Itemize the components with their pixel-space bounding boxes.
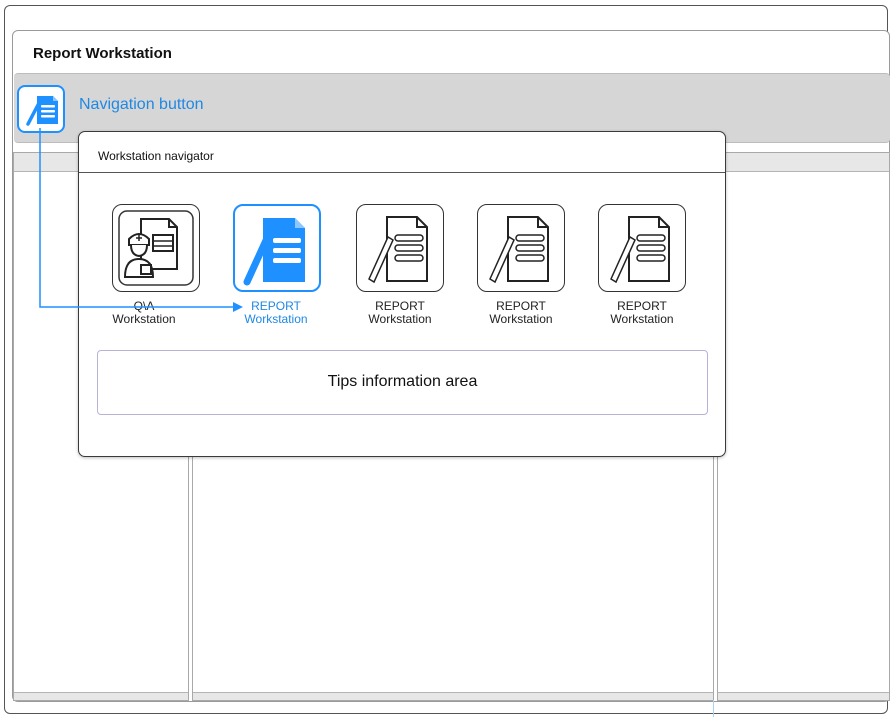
workstation-item-type: Workstation bbox=[244, 312, 308, 326]
workstation-item-label: REPORT Workstation bbox=[345, 300, 455, 326]
tips-area: Tips information area bbox=[97, 350, 708, 415]
center-panel-footer bbox=[193, 692, 713, 700]
right-panel-footer bbox=[718, 692, 889, 700]
workstation-item-label: REPORT Workstation bbox=[587, 300, 697, 326]
workstation-item-name: REPORT bbox=[375, 299, 425, 313]
navigation-button-label: Navigation button bbox=[79, 96, 204, 113]
workstation-item-type: Workstation bbox=[112, 312, 176, 326]
navigator-title: Workstation navigator bbox=[98, 149, 214, 163]
workstation-item-name: REPORT bbox=[251, 299, 301, 313]
right-panel-header bbox=[718, 153, 889, 172]
workstation-item-qa[interactable]: Q\A Workstation bbox=[89, 204, 200, 336]
workstation-item-report[interactable]: REPORT Workstation bbox=[454, 204, 565, 336]
report-document-icon bbox=[598, 204, 686, 292]
workstation-item-report-active[interactable]: REPORT Workstation bbox=[233, 204, 343, 336]
report-document-icon bbox=[26, 96, 58, 126]
report-document-icon bbox=[356, 204, 444, 292]
workstation-item-type: Workstation bbox=[368, 312, 432, 326]
workstation-navigator: Workstation navigator Q\A Workstation RE… bbox=[78, 131, 726, 457]
left-panel-footer bbox=[14, 692, 188, 700]
workstation-item-report[interactable]: REPORT Workstation bbox=[333, 204, 444, 336]
divider-tick bbox=[713, 700, 714, 717]
right-panel bbox=[717, 152, 890, 701]
tips-text: Tips information area bbox=[327, 373, 478, 390]
report-document-icon bbox=[477, 204, 565, 292]
workstation-item-name: Q\A bbox=[133, 299, 155, 313]
workstation-item-type: Workstation bbox=[610, 312, 674, 326]
report-document-icon bbox=[233, 204, 321, 292]
doctor-document-icon bbox=[112, 204, 200, 292]
navigation-button[interactable] bbox=[17, 85, 65, 133]
workstation-item-name: REPORT bbox=[496, 299, 546, 313]
navigator-header: Workstation navigator bbox=[79, 132, 725, 173]
workstation-item-name: REPORT bbox=[617, 299, 667, 313]
workstation-item-report[interactable]: REPORT Workstation bbox=[575, 204, 686, 336]
workstation-item-type: Workstation bbox=[489, 312, 553, 326]
workstation-item-label: Q\A Workstation bbox=[89, 300, 199, 326]
workstation-item-label: REPORT Workstation bbox=[466, 300, 576, 326]
workstation-item-label: REPORT Workstation bbox=[221, 300, 331, 326]
app-title: Report Workstation bbox=[33, 45, 172, 62]
